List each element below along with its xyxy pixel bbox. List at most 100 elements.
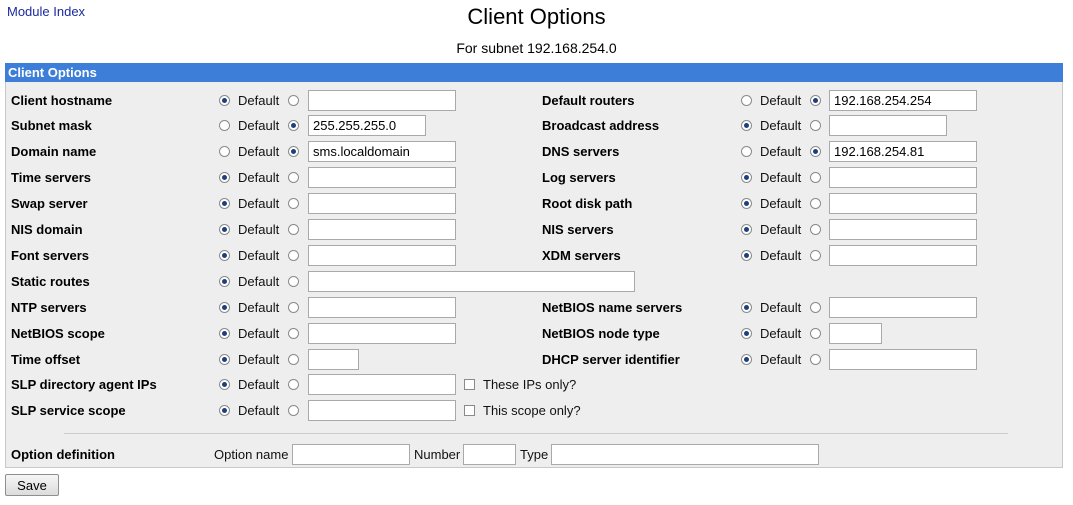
option-type-label: Type <box>520 447 549 462</box>
time-offset-default-radio[interactable] <box>219 354 230 365</box>
log-servers-input[interactable] <box>829 167 977 188</box>
default-routers-label: Default routers <box>542 93 635 108</box>
nis-servers-custom-radio[interactable] <box>810 224 821 235</box>
dns-servers-custom-radio[interactable] <box>810 146 821 157</box>
swap-server-input[interactable] <box>308 193 456 214</box>
domain-name-default-label: Default <box>238 144 280 159</box>
subnet-mask-input[interactable] <box>308 115 426 136</box>
ntp-servers-default-label: Default <box>238 300 280 315</box>
nis-domain-input[interactable] <box>308 219 456 240</box>
slp-directory-agent-ips-label: SLP directory agent IPs <box>11 377 157 392</box>
slp-directory-agent-ips-input[interactable] <box>308 374 456 395</box>
time-servers-default-radio[interactable] <box>219 172 230 183</box>
time-offset-custom-radio[interactable] <box>288 354 299 365</box>
ntp-servers-custom-radio[interactable] <box>288 302 299 313</box>
dhcp-server-identifier-default-label: Default <box>760 352 802 367</box>
time-offset-input[interactable] <box>308 349 359 370</box>
xdm-servers-default-label: Default <box>760 248 802 263</box>
ntp-servers-default-radio[interactable] <box>219 302 230 313</box>
ntp-servers-input[interactable] <box>308 297 456 318</box>
font-servers-custom-radio[interactable] <box>288 250 299 261</box>
netbios-node-type-custom-radio[interactable] <box>810 328 821 339</box>
xdm-servers-input[interactable] <box>829 245 977 266</box>
slp-service-scope-custom-radio[interactable] <box>288 405 299 416</box>
save-button[interactable]: Save <box>5 474 59 496</box>
static-routes-label: Static routes <box>11 274 90 289</box>
slp-service-scope-label: SLP service scope <box>11 403 126 418</box>
swap-server-default-label: Default <box>238 196 280 211</box>
time-servers-label: Time servers <box>11 170 91 185</box>
nis-domain-default-radio[interactable] <box>219 224 230 235</box>
domain-name-custom-radio[interactable] <box>288 146 299 157</box>
netbios-scope-custom-radio[interactable] <box>288 328 299 339</box>
default-routers-input[interactable] <box>829 90 977 111</box>
client-hostname-input[interactable] <box>308 90 456 111</box>
static-routes-input[interactable] <box>308 271 635 292</box>
static-routes-default-radio[interactable] <box>219 276 230 287</box>
dns-servers-label: DNS servers <box>542 144 620 159</box>
domain-name-input[interactable] <box>308 141 456 162</box>
slp-service-scope-input[interactable] <box>308 400 456 421</box>
log-servers-default-radio[interactable] <box>741 172 752 183</box>
nis-domain-label: NIS domain <box>11 222 83 237</box>
netbios-node-type-default-radio[interactable] <box>741 328 752 339</box>
client-hostname-default-radio[interactable] <box>219 95 230 106</box>
option-definition-label: Option definition <box>11 447 115 462</box>
client-hostname-custom-radio[interactable] <box>288 95 299 106</box>
netbios-scope-label: NetBIOS scope <box>11 326 105 341</box>
subnet-mask-default-label: Default <box>238 118 280 133</box>
font-servers-input[interactable] <box>308 245 456 266</box>
root-disk-path-custom-radio[interactable] <box>810 198 821 209</box>
option-name-label: Option name <box>214 447 289 462</box>
broadcast-address-custom-radio[interactable] <box>810 120 821 131</box>
dhcp-server-identifier-input[interactable] <box>829 349 977 370</box>
netbios-scope-default-label: Default <box>238 326 280 341</box>
slp-service-scope-default-label: Default <box>238 403 280 418</box>
broadcast-address-input[interactable] <box>829 115 947 136</box>
domain-name-default-radio[interactable] <box>219 146 230 157</box>
option-number-input[interactable] <box>463 444 516 465</box>
time-servers-custom-radio[interactable] <box>288 172 299 183</box>
broadcast-address-default-label: Default <box>760 118 802 133</box>
option-type-input[interactable] <box>551 444 819 465</box>
default-routers-default-radio[interactable] <box>741 95 752 106</box>
xdm-servers-default-radio[interactable] <box>741 250 752 261</box>
nis-servers-default-radio[interactable] <box>741 224 752 235</box>
xdm-servers-custom-radio[interactable] <box>810 250 821 261</box>
dhcp-server-identifier-custom-radio[interactable] <box>810 354 821 365</box>
slp-service-scope-default-radio[interactable] <box>219 405 230 416</box>
root-disk-path-default-label: Default <box>760 196 802 211</box>
slp-directory-agent-ips-default-radio[interactable] <box>219 379 230 390</box>
nis-servers-input[interactable] <box>829 219 977 240</box>
log-servers-custom-radio[interactable] <box>810 172 821 183</box>
netbios-scope-input[interactable] <box>308 323 456 344</box>
slp-directory-agent-ips-only-checkbox[interactable] <box>464 379 475 390</box>
netbios-scope-default-radio[interactable] <box>219 328 230 339</box>
dns-servers-input[interactable] <box>829 141 977 162</box>
root-disk-path-input[interactable] <box>829 193 977 214</box>
netbios-name-servers-custom-radio[interactable] <box>810 302 821 313</box>
static-routes-default-label: Default <box>238 274 280 289</box>
option-name-input[interactable] <box>292 444 410 465</box>
default-routers-custom-radio[interactable] <box>810 95 821 106</box>
slp-directory-agent-ips-custom-radio[interactable] <box>288 379 299 390</box>
subnet-mask-custom-radio[interactable] <box>288 120 299 131</box>
static-routes-custom-radio[interactable] <box>288 276 299 287</box>
nis-domain-custom-radio[interactable] <box>288 224 299 235</box>
slp-service-scope-only-checkbox[interactable] <box>464 405 475 416</box>
dns-servers-default-radio[interactable] <box>741 146 752 157</box>
section-divider <box>64 433 1008 434</box>
netbios-name-servers-default-radio[interactable] <box>741 302 752 313</box>
font-servers-label: Font servers <box>11 248 90 263</box>
time-servers-input[interactable] <box>308 167 456 188</box>
dhcp-server-identifier-default-radio[interactable] <box>741 354 752 365</box>
netbios-node-type-input[interactable] <box>829 323 882 344</box>
font-servers-default-radio[interactable] <box>219 250 230 261</box>
broadcast-address-default-radio[interactable] <box>741 120 752 131</box>
swap-server-default-radio[interactable] <box>219 198 230 209</box>
root-disk-path-default-radio[interactable] <box>741 198 752 209</box>
slp-directory-agent-ips-only-label: These IPs only? <box>483 377 577 392</box>
netbios-name-servers-input[interactable] <box>829 297 977 318</box>
subnet-mask-default-radio[interactable] <box>219 120 230 131</box>
swap-server-custom-radio[interactable] <box>288 198 299 209</box>
